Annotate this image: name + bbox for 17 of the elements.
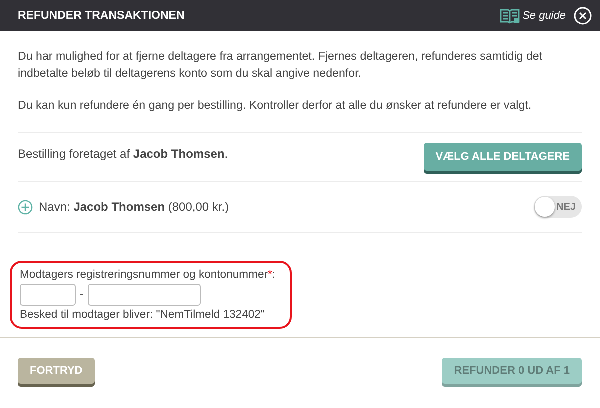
participant-name: Navn: Jacob Thomsen (800,00 kr.) — [39, 200, 230, 214]
guide-link[interactable]: Se guide — [522, 10, 566, 22]
order-text: Bestilling foretaget af Jacob Thomsen. — [18, 147, 228, 161]
account-number-field[interactable] — [88, 284, 201, 306]
close-icon[interactable] — [574, 6, 592, 24]
book-icon[interactable] — [500, 8, 520, 24]
window-title: REFUNDER TRANSAKTIONEN — [18, 10, 186, 22]
intro-paragraph: Du kan kun refundere én gang per bestilling. Kontroller derfor at alle du ønsker at refundere er valgt. — [18, 98, 533, 114]
separator-text: - — [80, 289, 84, 301]
select-all-button[interactable]: VÆLG ALLE DELTAGERE — [424, 143, 582, 171]
toggle-switch[interactable]: NEJ — [534, 196, 582, 218]
field-label: Modtagers registreringsnummer og kontonummer*: — [20, 269, 277, 281]
plus-icon[interactable] — [18, 200, 33, 214]
message-text: Besked til modtager bliver: "NemTilmeld 132402" — [20, 309, 266, 321]
cancel-button[interactable]: FORTRYD — [18, 358, 95, 384]
intro-paragraph: Du har mulighed for at fjerne deltagere fra arrangementet. Fjernes deltageren, refunderes samtidig det indbetalte beløb til deltagerens konto som du skal angive nedenfor. — [18, 49, 544, 82]
registration-number-field[interactable] — [20, 284, 76, 306]
